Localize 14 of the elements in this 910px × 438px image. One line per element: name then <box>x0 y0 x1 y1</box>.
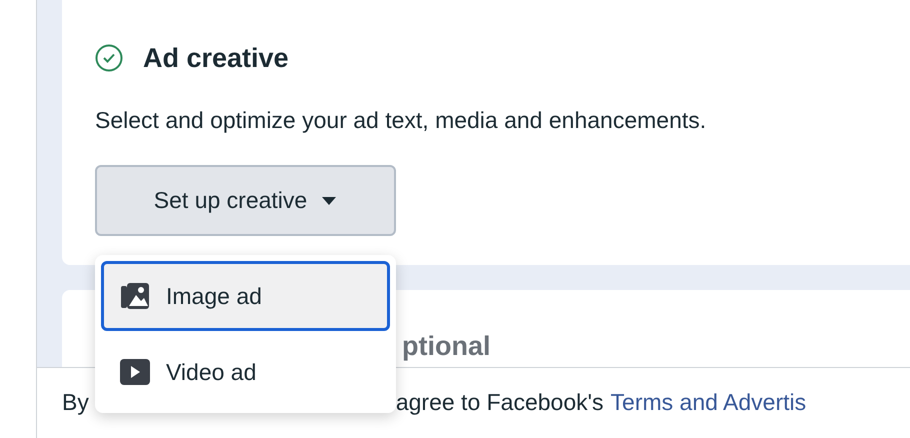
menu-item[interactable]: Image ad <box>101 261 390 331</box>
footer-text: By <box>62 388 89 418</box>
menu-item[interactable]: Video ad <box>101 337 390 407</box>
caret-icon <box>321 196 338 206</box>
play-icon <box>120 359 150 385</box>
section-description: Select and optimize your ad text, media and enhancements. <box>95 106 708 135</box>
set-up-creative-button[interactable]: Set up creative <box>95 165 396 236</box>
section-title: ptional <box>402 331 490 361</box>
menu-item-label: Image ad <box>166 282 262 311</box>
terms-link[interactable]: Terms and Advertis <box>610 385 806 420</box>
footer-text: agree to Facebook's <box>396 388 604 418</box>
images-icon <box>120 282 150 310</box>
menu-item-label: Video ad <box>166 358 256 387</box>
section-title: Ad creative <box>143 42 289 75</box>
